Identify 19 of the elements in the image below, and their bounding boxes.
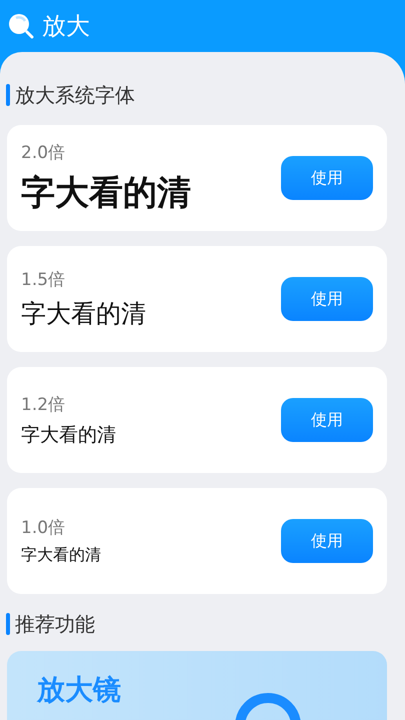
sample-text: 字大看的清 (21, 172, 191, 214)
use-button[interactable]: 使用 (281, 156, 373, 200)
use-button[interactable]: 使用 (281, 519, 373, 563)
sample-text: 字大看的清 (21, 298, 146, 330)
scale-label: 1.5倍 (21, 269, 66, 291)
feature-card[interactable]: 放大镜 (7, 651, 387, 720)
page-title: 放大 (42, 11, 90, 42)
scale-label: 1.0倍 (21, 517, 66, 539)
sample-text: 字大看的清 (21, 422, 116, 448)
use-button[interactable]: 使用 (281, 398, 373, 442)
ring-icon (233, 691, 303, 720)
use-button[interactable]: 使用 (281, 277, 373, 321)
section-title: 推荐功能 (15, 610, 95, 638)
scale-label: 2.0倍 (21, 142, 66, 164)
section-title: 放大系统字体 (15, 82, 135, 108)
magnifier-icon (8, 13, 36, 39)
scale-label: 1.2倍 (21, 394, 66, 416)
feature-title: 放大镜 (37, 672, 121, 708)
sample-text: 字大看的清 (21, 545, 101, 566)
